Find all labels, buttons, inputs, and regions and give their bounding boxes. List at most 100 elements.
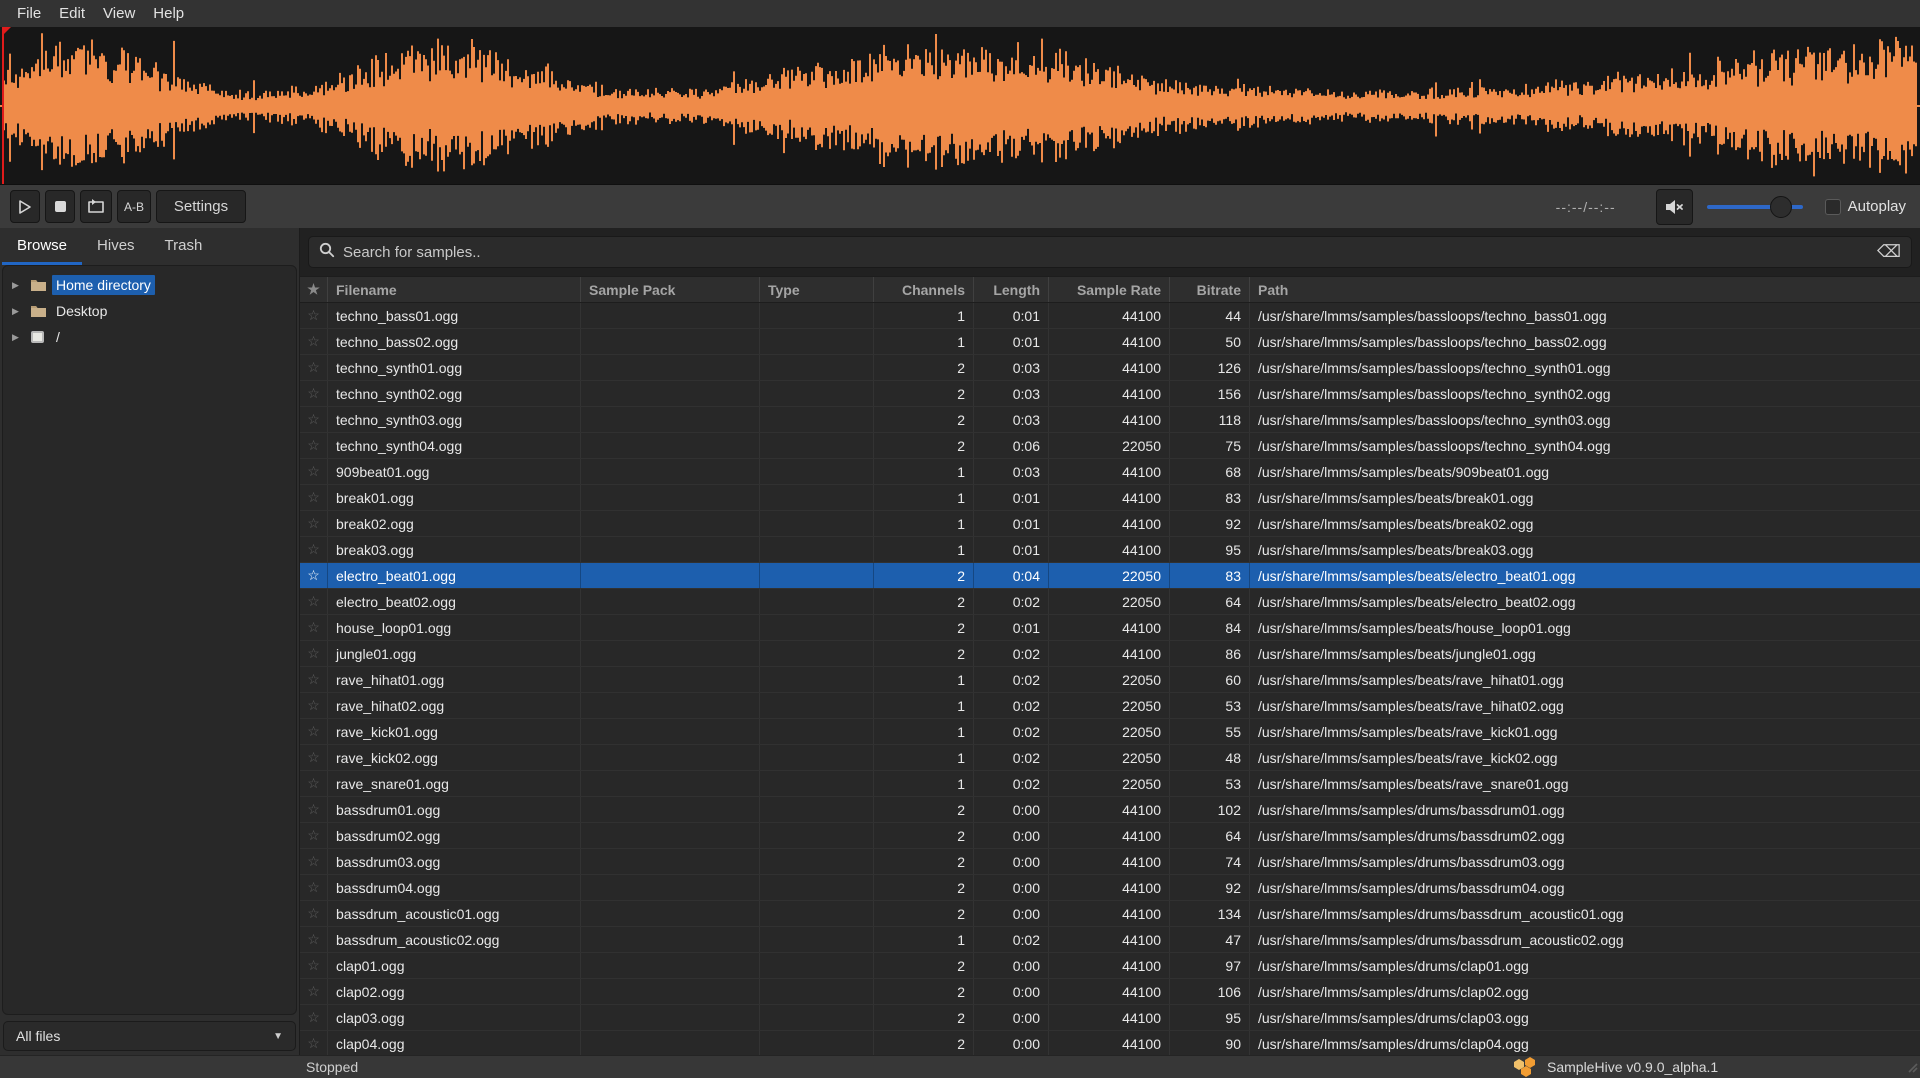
favorite-star-icon[interactable]: ☆ xyxy=(300,875,328,900)
table-row[interactable]: ☆ techno_synth01.ogg 2 0:03 44100 126 /u… xyxy=(300,355,1920,381)
clear-search-icon[interactable]: ⌫ xyxy=(1877,242,1901,262)
favorite-star-icon[interactable]: ☆ xyxy=(300,407,328,432)
table-row[interactable]: ☆ clap02.ogg 2 0:00 44100 106 /usr/share… xyxy=(300,979,1920,1005)
favorite-star-icon[interactable]: ☆ xyxy=(300,849,328,874)
favorite-star-icon[interactable]: ☆ xyxy=(300,459,328,484)
table-row[interactable]: ☆ rave_snare01.ogg 1 0:02 22050 53 /usr/… xyxy=(300,771,1920,797)
play-button[interactable] xyxy=(10,190,40,223)
table-row[interactable]: ☆ techno_synth03.ogg 2 0:03 44100 118 /u… xyxy=(300,407,1920,433)
expander-icon[interactable]: ▶ xyxy=(12,332,30,343)
expander-icon[interactable]: ▶ xyxy=(12,280,30,291)
sidebar-tab-browse[interactable]: Browse xyxy=(2,228,82,265)
table-row[interactable]: ☆ house_loop01.ogg 2 0:01 44100 84 /usr/… xyxy=(300,615,1920,641)
table-row[interactable]: ☆ rave_hihat02.ogg 1 0:02 22050 53 /usr/… xyxy=(300,693,1920,719)
table-row[interactable]: ☆ bassdrum03.ogg 2 0:00 44100 74 /usr/sh… xyxy=(300,849,1920,875)
table-row[interactable]: ☆ rave_hihat01.ogg 1 0:02 22050 60 /usr/… xyxy=(300,667,1920,693)
favorite-star-icon[interactable]: ☆ xyxy=(300,745,328,770)
favorite-star-icon[interactable]: ☆ xyxy=(300,1031,328,1055)
table-row[interactable]: ☆ bassdrum02.ogg 2 0:00 44100 64 /usr/sh… xyxy=(300,823,1920,849)
column-header-sample-pack[interactable]: Sample Pack xyxy=(581,277,760,302)
table-row[interactable]: ☆ break03.ogg 1 0:01 44100 95 /usr/share… xyxy=(300,537,1920,563)
favorite-star-icon[interactable]: ☆ xyxy=(300,693,328,718)
table-row[interactable]: ☆ 909beat01.ogg 1 0:03 44100 68 /usr/sha… xyxy=(300,459,1920,485)
table-row[interactable]: ☆ bassdrum04.ogg 2 0:00 44100 92 /usr/sh… xyxy=(300,875,1920,901)
autoplay-checkbox[interactable] xyxy=(1825,199,1841,215)
tree-item[interactable]: ▶ Home directory xyxy=(3,272,296,298)
favorite-star-icon[interactable]: ☆ xyxy=(300,303,328,328)
table-row[interactable]: ☆ break02.ogg 1 0:01 44100 92 /usr/share… xyxy=(300,511,1920,537)
column-header-channels[interactable]: Channels xyxy=(874,277,974,302)
table-row[interactable]: ☆ break01.ogg 1 0:01 44100 83 /usr/share… xyxy=(300,485,1920,511)
column-header-type[interactable]: Type xyxy=(760,277,874,302)
mute-button[interactable] xyxy=(1656,189,1693,225)
favorite-star-icon[interactable]: ☆ xyxy=(300,329,328,354)
table-row[interactable]: ☆ jungle01.ogg 2 0:02 44100 86 /usr/shar… xyxy=(300,641,1920,667)
search-input[interactable] xyxy=(343,244,1877,261)
favorite-star-icon[interactable]: ☆ xyxy=(300,641,328,666)
column-header-path[interactable]: Path xyxy=(1250,277,1920,302)
table-row[interactable]: ☆ rave_kick01.ogg 1 0:02 22050 55 /usr/s… xyxy=(300,719,1920,745)
table-row[interactable]: ☆ clap01.ogg 2 0:00 44100 97 /usr/share/… xyxy=(300,953,1920,979)
expander-icon[interactable]: ▶ xyxy=(12,306,30,317)
sidebar-tab-hives[interactable]: Hives xyxy=(82,228,150,265)
table-row[interactable]: ☆ techno_bass02.ogg 1 0:01 44100 50 /usr… xyxy=(300,329,1920,355)
cell-sample-pack xyxy=(581,511,760,536)
stop-button[interactable] xyxy=(45,190,75,223)
sidebar-tab-trash[interactable]: Trash xyxy=(150,228,218,265)
favorite-star-icon[interactable]: ☆ xyxy=(300,433,328,458)
table-row[interactable]: ☆ rave_kick02.ogg 1 0:02 22050 48 /usr/s… xyxy=(300,745,1920,771)
favorite-star-icon[interactable]: ☆ xyxy=(300,589,328,614)
menu-item[interactable]: Edit xyxy=(50,0,94,27)
favorite-star-icon[interactable]: ☆ xyxy=(300,485,328,510)
tree-item[interactable]: ▶ / xyxy=(3,324,296,350)
file-filter-dropdown[interactable]: All files ▼ xyxy=(3,1021,296,1051)
table-row[interactable]: ☆ clap03.ogg 2 0:00 44100 95 /usr/share/… xyxy=(300,1005,1920,1031)
favorite-star-icon[interactable]: ☆ xyxy=(300,1005,328,1030)
favorite-star-icon[interactable]: ☆ xyxy=(300,797,328,822)
favorite-star-icon[interactable]: ☆ xyxy=(300,615,328,640)
table-row[interactable]: ☆ bassdrum_acoustic02.ogg 1 0:02 44100 4… xyxy=(300,927,1920,953)
search-bar[interactable]: ⌫ xyxy=(308,236,1912,268)
favorite-star-icon[interactable]: ☆ xyxy=(300,537,328,562)
favorite-star-icon[interactable]: ☆ xyxy=(300,381,328,406)
settings-button[interactable]: Settings xyxy=(156,190,246,223)
cell-type xyxy=(760,953,874,978)
table-row[interactable]: ☆ electro_beat02.ogg 2 0:02 22050 64 /us… xyxy=(300,589,1920,615)
tree-item[interactable]: ▶ Desktop xyxy=(3,298,296,324)
menu-item[interactable]: View xyxy=(94,0,144,27)
table-row[interactable]: ☆ techno_synth04.ogg 2 0:06 22050 75 /us… xyxy=(300,433,1920,459)
menu-item[interactable]: Help xyxy=(144,0,193,27)
table-row[interactable]: ☆ bassdrum_acoustic01.ogg 2 0:00 44100 1… xyxy=(300,901,1920,927)
resize-grip[interactable] xyxy=(1904,1059,1918,1076)
table-row[interactable]: ☆ clap04.ogg 2 0:00 44100 90 /usr/share/… xyxy=(300,1031,1920,1055)
favorite-star-icon[interactable]: ☆ xyxy=(300,901,328,926)
volume-slider[interactable] xyxy=(1707,196,1803,218)
menu-item[interactable]: File xyxy=(8,0,50,27)
file-filter-value: All files xyxy=(16,1028,273,1044)
loop-ab-button[interactable]: A-B xyxy=(117,190,151,223)
table-row[interactable]: ☆ electro_beat01.ogg 2 0:04 22050 83 /us… xyxy=(300,563,1920,589)
column-header-length[interactable]: Length xyxy=(974,277,1049,302)
column-header-filename[interactable]: Filename xyxy=(328,277,581,302)
table-row[interactable]: ☆ techno_synth02.ogg 2 0:03 44100 156 /u… xyxy=(300,381,1920,407)
favorite-star-icon[interactable]: ☆ xyxy=(300,511,328,536)
favorite-star-icon[interactable]: ☆ xyxy=(300,771,328,796)
table-row[interactable]: ☆ bassdrum01.ogg 2 0:00 44100 102 /usr/s… xyxy=(300,797,1920,823)
favorite-star-icon[interactable]: ☆ xyxy=(300,719,328,744)
table-row[interactable]: ☆ techno_bass01.ogg 1 0:01 44100 44 /usr… xyxy=(300,303,1920,329)
favorite-star-icon[interactable]: ☆ xyxy=(300,355,328,380)
cell-sample-rate: 44100 xyxy=(1049,849,1170,874)
column-header-bitrate[interactable]: Bitrate xyxy=(1170,277,1250,302)
waveform-display[interactable] xyxy=(0,27,1920,185)
cell-length: 0:02 xyxy=(974,641,1049,666)
favorite-star-icon[interactable]: ☆ xyxy=(300,667,328,692)
favorite-star-icon[interactable]: ☆ xyxy=(300,563,328,588)
favorite-star-icon[interactable]: ☆ xyxy=(300,927,328,952)
loop-button[interactable] xyxy=(80,190,112,223)
column-header-favorite[interactable]: ★ xyxy=(300,277,328,302)
favorite-star-icon[interactable]: ☆ xyxy=(300,953,328,978)
favorite-star-icon[interactable]: ☆ xyxy=(300,979,328,1004)
volume-knob[interactable] xyxy=(1770,196,1792,218)
favorite-star-icon[interactable]: ☆ xyxy=(300,823,328,848)
column-header-sample-rate[interactable]: Sample Rate xyxy=(1049,277,1170,302)
